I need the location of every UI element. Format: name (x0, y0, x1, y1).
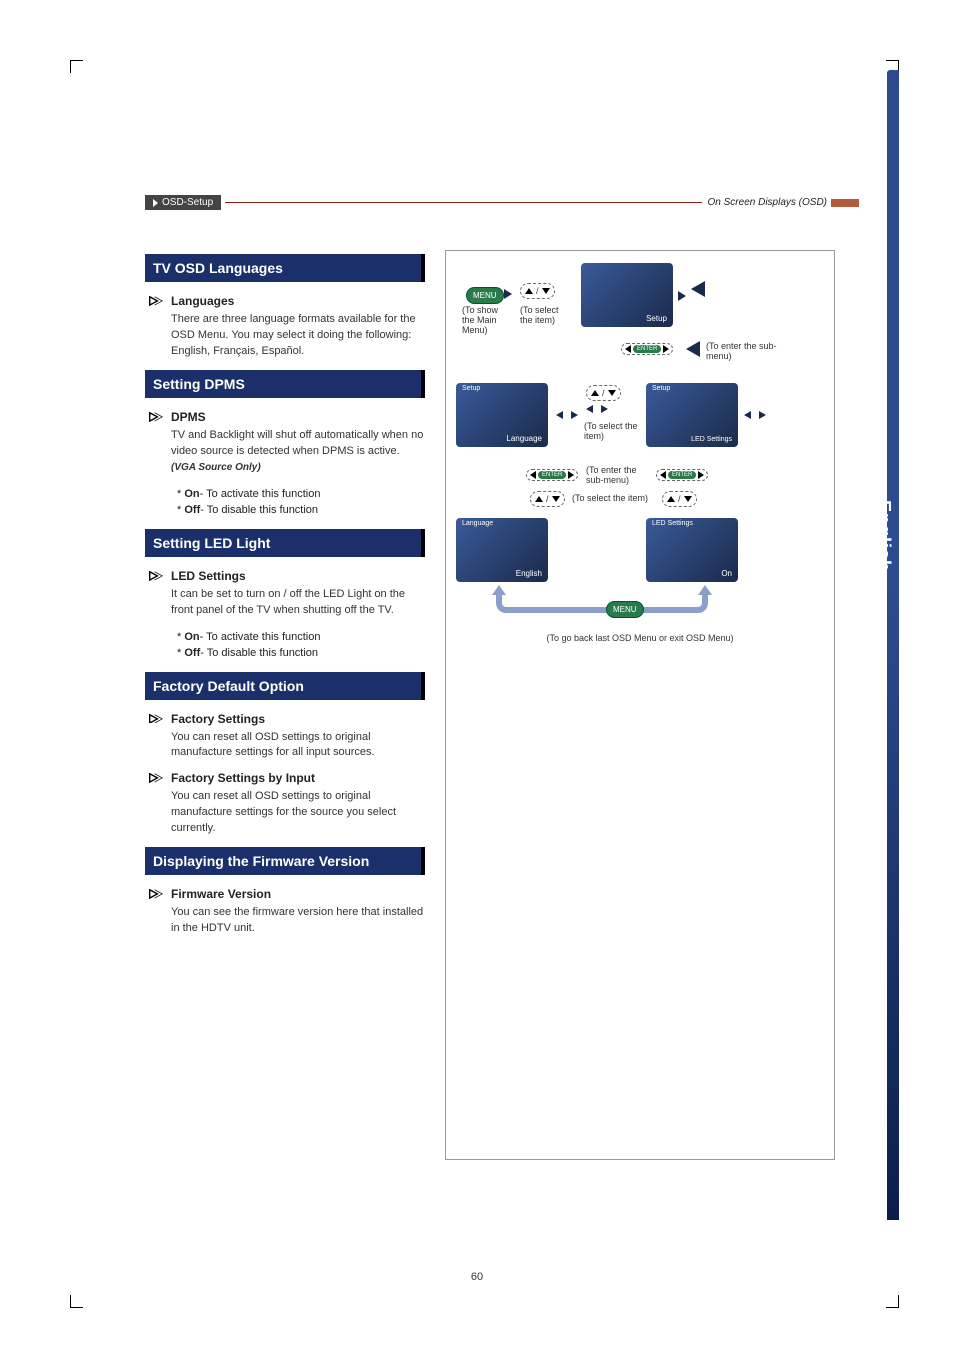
manual-page: English OSD-Setup On Screen Displays (OS… (0, 0, 954, 1348)
option-line: * On- To activate this function (177, 486, 425, 503)
caption: (To enter the sub-menu) (586, 465, 656, 485)
left-enter-right-key-icon: ENTER (621, 343, 673, 355)
section-title: Displaying the Firmware Version (145, 847, 425, 875)
caption: (To enter the sub-menu) (706, 341, 786, 361)
play-icon (153, 199, 158, 207)
up-down-key-icon: / (530, 491, 565, 507)
caption: (To show the Main Menu) (462, 305, 512, 335)
thumb-label: Setup (652, 385, 670, 392)
breadcrumb-label: OSD-Setup (162, 197, 213, 208)
arrow-left-solid-icon (686, 341, 700, 357)
chevron-right-icon (149, 773, 163, 783)
thumb-label: English (516, 569, 542, 578)
left-enter-right-key-icon: ENTER (526, 469, 578, 481)
sub-heading-label: Factory Settings by Input (171, 771, 315, 785)
up-down-key-icon: / (586, 385, 621, 401)
subsection-heading: Factory Settings by Input (149, 771, 425, 785)
chevron-right-icon (149, 412, 163, 422)
arrow-both-icon (556, 411, 578, 419)
chevron-right-icon (149, 296, 163, 306)
chevron-right-icon (149, 714, 163, 724)
subsection-heading: DPMS (149, 410, 425, 424)
thumb-label: Language (506, 434, 542, 443)
connector-curve (496, 593, 708, 613)
body-text: You can reset all OSD settings to origin… (171, 730, 425, 762)
caption: (To select the item) (572, 493, 648, 503)
arrow-both-icon (586, 405, 608, 413)
note-text: (VGA Source Only) (171, 462, 261, 473)
sub-heading-label: DPMS (171, 410, 206, 424)
caption: (To select the item) (584, 421, 640, 441)
subsection-heading: LED Settings (149, 569, 425, 583)
osd-thumbnail-setup: Setup (581, 263, 673, 327)
subsection-heading: Firmware Version (149, 887, 425, 901)
menu-button-icon: MENU (466, 287, 504, 304)
sub-heading-label: LED Settings (171, 569, 246, 583)
thumb-label: Language (462, 520, 493, 527)
thumb-label: LED Settings (652, 520, 693, 527)
flow-diagram-panel: MENU / (To show the Main Menu) (To selec… (445, 250, 835, 1160)
section-title: Setting LED Light (145, 529, 425, 557)
content-columns: TV OSD Languages Languages There are thr… (145, 250, 835, 1160)
page-number: 60 (0, 1271, 954, 1283)
flow-diagram: MENU / (To show the Main Menu) (To selec… (456, 263, 824, 693)
chevron-right-icon (149, 889, 163, 899)
language-tab: English (873, 500, 894, 572)
sub-heading-label: Factory Settings (171, 712, 265, 726)
crop-mark (70, 60, 83, 73)
osd-thumbnail-setup2: Setup Language (456, 383, 548, 447)
page-header: OSD-Setup On Screen Displays (OSD) (145, 195, 859, 210)
caption: (To go back last OSD Menu or exit OSD Me… (456, 633, 824, 643)
arrow-both-icon (744, 411, 766, 419)
body-text: You can see the firmware version here th… (171, 905, 425, 937)
up-down-key-icon: / (520, 283, 555, 299)
sub-heading-label: Firmware Version (171, 887, 271, 901)
up-down-key-icon: / (662, 491, 697, 507)
osd-thumbnail-led: Setup LED Settings (646, 383, 738, 447)
arrow-left-solid-icon (691, 281, 705, 297)
body-text: It can be set to turn on / off the LED L… (171, 587, 425, 619)
thumb-label: On (721, 569, 732, 578)
header-accent (831, 199, 859, 207)
left-enter-right-key-icon: ENTER (656, 469, 708, 481)
sub-heading-label: Languages (171, 294, 234, 308)
left-column: TV OSD Languages Languages There are thr… (145, 250, 425, 1160)
thumb-label: Setup (646, 314, 667, 323)
section-title: Setting DPMS (145, 370, 425, 398)
body-text: You can reset all OSD settings to origin… (171, 789, 425, 837)
subsection-heading: Languages (149, 294, 425, 308)
thumb-label: Setup (462, 385, 480, 392)
chevron-right-icon (149, 571, 163, 581)
crop-mark (70, 1295, 83, 1308)
osd-thumbnail-on: LED Settings On (646, 518, 738, 582)
osd-thumbnail-english: Language English (456, 518, 548, 582)
menu-button-icon: MENU (606, 601, 644, 618)
option-line: * Off- To disable this function (177, 645, 425, 662)
option-line: * Off- To disable this function (177, 502, 425, 519)
body-text: There are three language formats availab… (171, 312, 425, 360)
side-accent (887, 70, 899, 1220)
section-title: TV OSD Languages (145, 254, 425, 282)
arrow-right-icon (504, 289, 512, 299)
subsection-heading: Factory Settings (149, 712, 425, 726)
header-right-label: On Screen Displays (OSD) (708, 197, 827, 208)
header-rule (225, 202, 701, 203)
thumb-label: LED Settings (691, 436, 732, 443)
crop-mark (886, 1295, 899, 1308)
option-line: * On- To activate this function (177, 629, 425, 646)
section-title: Factory Default Option (145, 672, 425, 700)
breadcrumb: OSD-Setup (145, 195, 221, 210)
body-text: TV and Backlight will shut off automatic… (171, 428, 425, 476)
caption: (To select the item) (520, 305, 570, 325)
arrow-right-icon (678, 291, 686, 301)
